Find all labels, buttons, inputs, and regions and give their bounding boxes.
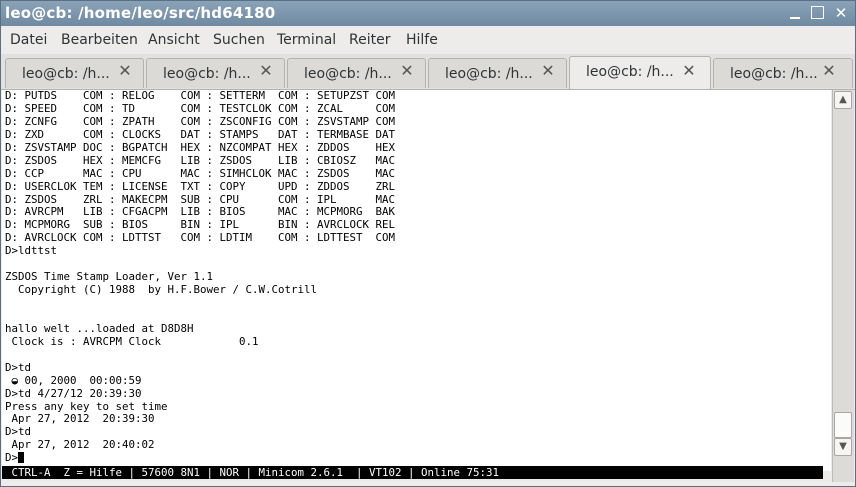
terminal-output[interactable]: D: PUTDS COM : RELOG COM : SETTERM COM :… (2, 90, 831, 471)
menu-ansicht[interactable]: Ansicht (148, 32, 200, 48)
minimize-icon[interactable] (787, 5, 803, 21)
terminal-line: Copyright (C) 1988 by H.F.Bower / C.W.Co… (5, 283, 318, 297)
tab-label: leo@cb: /h... (22, 66, 110, 82)
terminal-line: D: ZSDOS HEX : MEMCFG LIB : ZSDOS LIB : … (5, 153, 396, 167)
tab-3[interactable]: leo@cb: /h... ✕ (287, 58, 426, 88)
tab-label: leo@cb: /h... (586, 64, 674, 80)
terminal-line: D: ZXD COM : CLOCKS DAT : STAMPS DAT : T… (5, 127, 396, 141)
terminal-text: D: PUTDS COM : RELOG COM : SETTERM COM :… (5, 90, 395, 465)
menu-hilfe[interactable]: Hilfe (406, 32, 438, 48)
close-tab-icon[interactable]: ✕ (259, 63, 273, 79)
terminal-line: Apr 27, 2012 20:40:02 (5, 438, 155, 452)
terminal-cursor (18, 452, 25, 464)
terminal-line: D>td (5, 360, 32, 374)
menu-terminal[interactable]: Terminal (277, 32, 336, 48)
title-bar[interactable]: leo@cb: /home/leo/src/hd64180 ✕ (1, 1, 855, 26)
close-tab-icon[interactable]: ✕ (400, 63, 414, 79)
tab-1[interactable]: leo@cb: /h... ✕ (5, 58, 144, 88)
terminal-line: D: ZSVSTAMP DOC : BGPATCH HEX : NZCOMPAT… (5, 140, 396, 154)
terminal-line: D: PUTDS COM : RELOG COM : SETTERM COM :… (5, 90, 396, 102)
close-tab-icon[interactable]: ✕ (822, 63, 836, 79)
minicom-status-line: CTRL-A Z = Hilfe | 57600 8N1 | NOR | Min… (2, 466, 823, 479)
tab-label: leo@cb: /h... (163, 66, 251, 82)
menu-bearbeiten[interactable]: Bearbeiten (61, 32, 138, 48)
menu-reiter[interactable]: Reiter (349, 32, 390, 48)
menu-suchen[interactable]: Suchen (213, 32, 265, 48)
terminal-line: Apr 27, 2012 20:39:30 (5, 412, 155, 426)
terminal-line: D: AVRCLOCK COM : LDTTST COM : LDTIM COM… (5, 231, 396, 245)
vertical-scrollbar[interactable]: ▲ ▼ (832, 90, 854, 482)
close-tab-icon[interactable]: ✕ (541, 63, 555, 79)
menu-bar: Datei Bearbeiten Ansicht Suchen Terminal… (1, 26, 855, 54)
tab-4[interactable]: leo@cb: /h... ✕ (428, 58, 567, 88)
close-tab-icon[interactable]: ✕ (682, 63, 696, 79)
tab-label: leo@cb: /h... (304, 66, 392, 82)
terminal-line: Clock is : AVRCPM Clock 0.1 (5, 334, 259, 348)
window-title: leo@cb: /home/leo/src/hd64180 (5, 4, 276, 22)
terminal-line: D> (5, 451, 395, 465)
scrollbar-thumb[interactable] (834, 412, 852, 438)
close-tab-icon[interactable]: ✕ (118, 63, 132, 79)
tab-5-active[interactable]: leo@cb: /h... ✕ (569, 56, 711, 89)
tab-6[interactable]: leo@cb: /h... ✕ (713, 58, 853, 88)
tab-bar: leo@cb: /h... ✕ leo@cb: /h... ✕ leo@cb: … (1, 54, 855, 90)
menu-datei[interactable]: Datei (10, 32, 47, 48)
terminal-line: D>td 4/27/12 20:39:30 (5, 386, 142, 400)
close-window-icon[interactable]: ✕ (833, 5, 849, 21)
terminal-line: D: USERCLOK TEM : LICENSE TXT : COPY UPD… (5, 179, 396, 193)
chevron-down-icon[interactable]: ▼ (834, 438, 852, 456)
terminal-line: D: ZCNFG COM : ZPATH COM : ZSCONFIG COM … (5, 114, 396, 128)
terminal-line: ◒ 00, 2000 00:00:59 (5, 373, 142, 387)
terminal-line: D: SPEED COM : TD COM : TESTCLOK COM : Z… (5, 101, 396, 115)
terminal-line: hallo welt ...loaded at D8D8H (5, 321, 194, 335)
terminal-line: D: CCP MAC : CPU MAC : SIMHCLOK MAC : ZS… (5, 166, 396, 180)
terminal-window: leo@cb: /home/leo/src/hd64180 ✕ Datei Be… (0, 0, 856, 487)
terminal-line: D>ldttst (5, 244, 58, 258)
chevron-up-icon[interactable]: ▲ (834, 91, 852, 109)
tab-label: leo@cb: /h... (730, 66, 818, 82)
maximize-icon[interactable] (810, 5, 826, 21)
tab-2[interactable]: leo@cb: /h... ✕ (146, 58, 285, 88)
tab-label: leo@cb: /h... (445, 66, 533, 82)
